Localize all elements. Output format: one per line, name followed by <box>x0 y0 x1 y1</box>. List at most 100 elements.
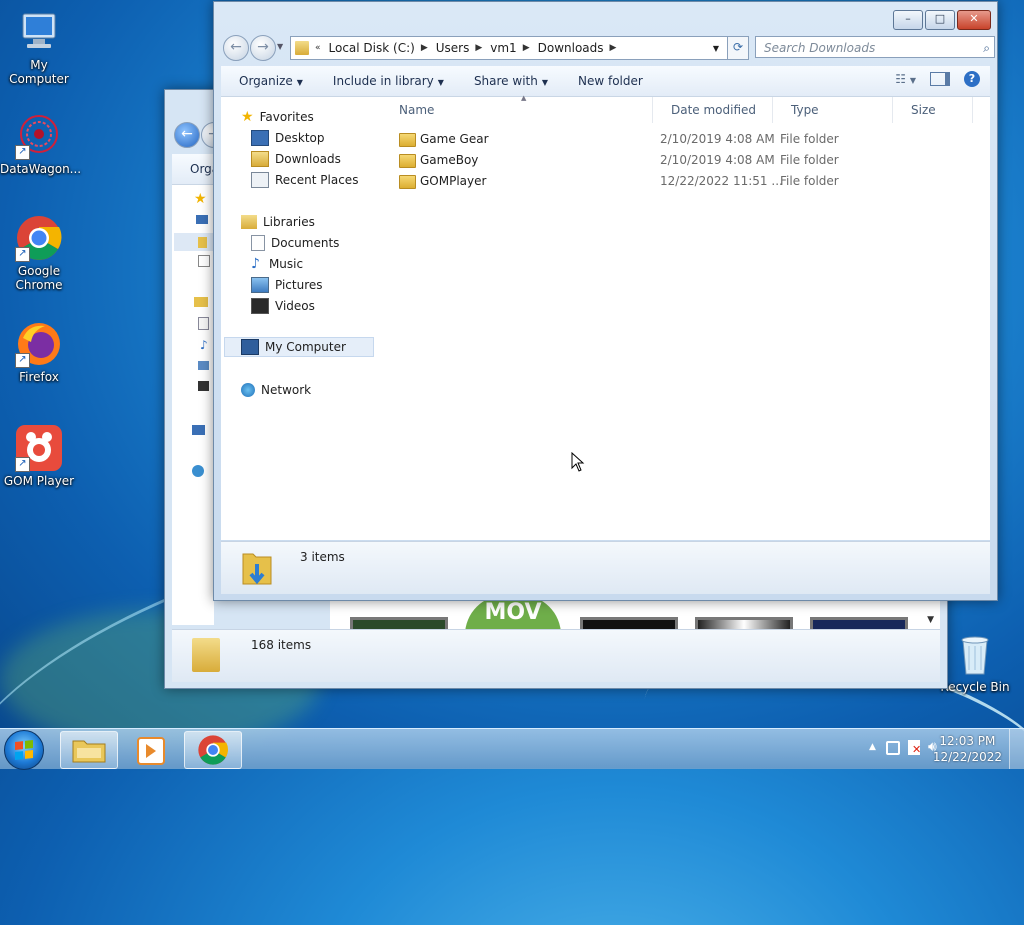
video-thumbnail[interactable] <box>695 617 793 629</box>
column-header-name[interactable]: Name <box>381 97 653 123</box>
search-icon[interactable]: ⌕ <box>983 37 990 59</box>
network-icon <box>241 383 255 397</box>
downloads-folder-icon <box>241 548 272 586</box>
chevron-right-icon[interactable]: ▶ <box>421 43 428 53</box>
system-tray: ▲ ✕ 🔊︎ 12:03 PM 12/22/2022 <box>824 729 1024 769</box>
shortcut-arrow-icon: ↗ <box>15 353 30 368</box>
video-thumbnail[interactable] <box>810 617 908 629</box>
nav-documents[interactable]: Documents <box>251 233 339 253</box>
breadcrumb-users[interactable]: Users <box>436 41 470 55</box>
navigation-pane: ★ Favorites Desktop Downloads Recent Plac… <box>221 97 382 540</box>
chevron-right-icon[interactable]: ▶ <box>610 43 617 53</box>
network-tray-icon[interactable] <box>886 741 900 755</box>
nav-videos[interactable]: Videos <box>251 296 315 316</box>
chevron-right-icon[interactable]: ▶ <box>475 43 482 53</box>
include-in-library-button[interactable]: Include in library ▼ <box>333 74 444 88</box>
nav-label: Favorites <box>259 110 314 124</box>
desktop-icon-datawagon[interactable]: ↗ DataWagon... <box>0 112 81 176</box>
nav-label: My Computer <box>265 340 346 354</box>
videos-icon <box>251 298 269 314</box>
taskbar-explorer[interactable] <box>60 731 118 769</box>
videos-icon <box>198 381 209 391</box>
new-folder-button[interactable]: New folder <box>578 74 643 88</box>
overflow-chevron-icon[interactable]: « <box>315 43 321 53</box>
music-icon: ♪ <box>251 256 260 272</box>
file-row[interactable]: GameBoy 2/10/2019 4:08 AM File folder <box>399 150 959 170</box>
chevron-right-icon[interactable]: ▶ <box>523 43 530 53</box>
close-button[interactable]: ✕ <box>957 10 991 30</box>
desktop-icon-label: Firefox <box>19 370 59 384</box>
scroll-down-icon[interactable]: ▼ <box>927 615 934 625</box>
nav-pictures[interactable]: Pictures <box>251 275 323 295</box>
help-icon[interactable]: ? <box>964 71 980 87</box>
network-icon <box>192 465 204 477</box>
desktop-icon-label: GOM Player <box>3 474 75 488</box>
nav-label: Videos <box>275 299 315 313</box>
desktop-icon-firefox[interactable]: ↗ Firefox <box>0 320 78 384</box>
forward-button[interactable]: → <box>250 35 276 61</box>
nav-label: Music <box>268 257 304 271</box>
chrome-icon: ↗ <box>15 214 63 262</box>
maximize-button[interactable]: □ <box>925 10 955 30</box>
show-hidden-icons-icon[interactable]: ▲ <box>869 742 876 752</box>
file-date: 2/10/2019 4:08 AM <box>660 153 775 167</box>
share-with-label: Share with <box>473 74 538 88</box>
pictures-icon <box>251 277 269 293</box>
address-dropdown-icon[interactable]: ▼ <box>713 44 719 53</box>
nav-libraries[interactable]: Libraries <box>241 212 315 232</box>
recent-places-icon <box>198 255 210 267</box>
details-bar: 3 items <box>221 541 990 594</box>
video-thumbnail[interactable] <box>580 617 678 629</box>
file-row[interactable]: GOMPlayer 12/22/2022 11:51 ... File fold… <box>399 171 959 191</box>
nav-network[interactable]: Network <box>241 380 311 400</box>
file-type: File folder <box>780 132 839 146</box>
column-header-size[interactable]: Size <box>893 97 973 123</box>
preview-pane-icon[interactable] <box>930 72 950 86</box>
desktop-icon-chrome[interactable]: ↗ Google Chrome <box>0 214 78 292</box>
organize-button[interactable]: Organize ▼ <box>239 74 303 88</box>
start-button[interactable] <box>4 730 44 770</box>
chevron-down-icon: ▼ <box>296 78 303 87</box>
show-desktop-button[interactable] <box>1009 729 1024 769</box>
explorer-window[interactable]: – □ ✕ ← → ▼ « Local Disk (C:) ▶ Users ▶ vm… <box>213 1 998 601</box>
back-button[interactable]: ← <box>223 35 249 61</box>
star-icon: ★ <box>194 191 207 207</box>
nav-favorites[interactable]: ★ Favorites <box>241 107 314 127</box>
nav-music[interactable]: ♪ Music <box>251 254 303 274</box>
desktop-icon-my-computer[interactable]: My Computer <box>0 8 78 86</box>
nav-downloads[interactable]: Downloads <box>251 149 341 169</box>
refresh-button[interactable]: ⟳ <box>727 36 749 60</box>
libraries-icon <box>194 297 208 307</box>
file-row[interactable]: Game Gear 2/10/2019 4:08 AM File folder <box>399 129 959 149</box>
file-date: 2/10/2019 4:08 AM <box>660 132 775 146</box>
chevron-down-icon: ▼ <box>541 78 548 87</box>
minimize-button[interactable]: – <box>893 10 923 30</box>
clock[interactable]: 12:03 PM 12/22/2022 <box>933 733 1002 765</box>
chrome-icon <box>197 734 229 769</box>
view-options-icon[interactable]: ☷ ▼ <box>895 72 916 86</box>
desktop-icon <box>196 215 208 224</box>
nav-desktop[interactable]: Desktop <box>251 128 325 148</box>
nav-my-computer[interactable]: My Computer <box>224 337 374 357</box>
video-thumbnail[interactable] <box>350 617 448 629</box>
search-input[interactable]: Search Downloads ⌕ <box>755 36 995 58</box>
shortcut-arrow-icon: ↗ <box>15 247 30 262</box>
taskbar-media-player[interactable] <box>122 731 178 767</box>
desktop-icon-gom-player[interactable]: ↗ GOM Player <box>0 424 78 488</box>
breadcrumb-local-disk[interactable]: Local Disk (C:) <box>329 41 415 55</box>
selected-nav-item[interactable] <box>174 233 216 251</box>
recent-pages-dropdown[interactable]: ▼ <box>277 42 283 51</box>
column-header-type[interactable]: Type <box>773 97 893 123</box>
mouse-cursor-icon <box>571 451 585 475</box>
share-with-button[interactable]: Share with ▼ <box>474 74 548 88</box>
breadcrumb-vm1[interactable]: vm1 <box>490 41 516 55</box>
file-list[interactable]: ▲ Name Date modified Type Size Game Gear… <box>381 94 990 540</box>
taskbar-chrome[interactable] <box>184 731 242 769</box>
nav-recent-places[interactable]: Recent Places <box>251 170 358 190</box>
action-center-icon[interactable]: ✕ <box>908 740 921 755</box>
breadcrumb-downloads[interactable]: Downloads <box>538 41 604 55</box>
column-header-date-modified[interactable]: Date modified <box>653 97 773 123</box>
details-bar: 168 items <box>172 629 940 682</box>
back-arrow-icon[interactable]: ← <box>174 122 200 148</box>
address-bar[interactable]: « Local Disk (C:) ▶ Users ▶ vm1 ▶ Downloads… <box>290 36 730 60</box>
